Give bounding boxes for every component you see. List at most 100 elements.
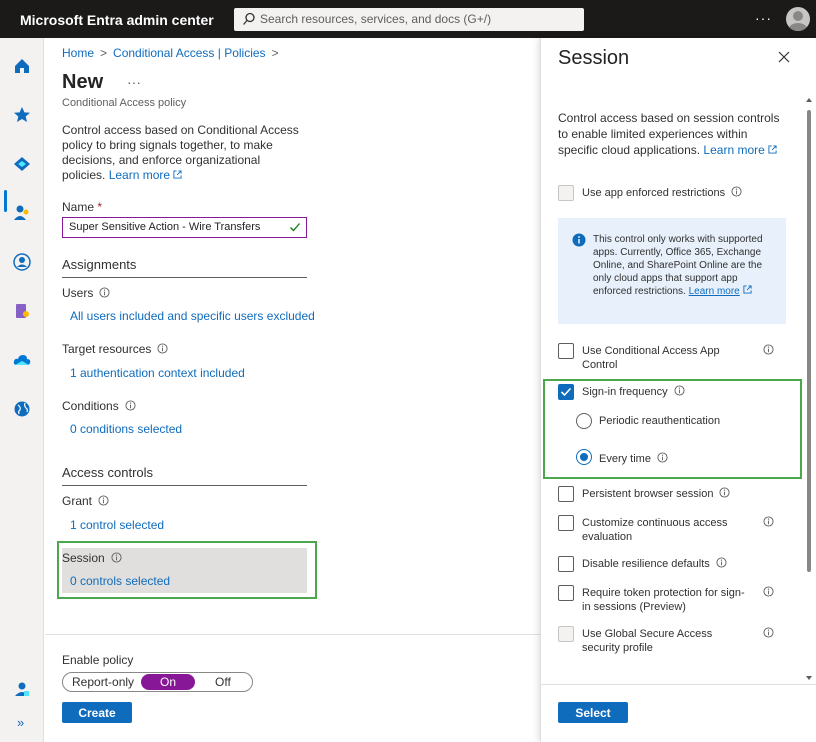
info-icon[interactable] bbox=[763, 627, 774, 638]
page-more-icon[interactable]: ··· bbox=[127, 74, 141, 90]
toggle-report-only[interactable]: Report-only bbox=[72, 675, 134, 689]
identity-icon[interactable] bbox=[12, 153, 32, 173]
info-filled-icon bbox=[572, 233, 586, 247]
persistent-browser-label: Persistent browser session bbox=[582, 487, 752, 501]
portal-brand[interactable]: Microsoft Entra admin center bbox=[20, 12, 214, 28]
info-icon[interactable] bbox=[125, 400, 136, 411]
grant-link[interactable]: 1 control selected bbox=[70, 518, 164, 532]
create-button[interactable]: Create bbox=[62, 702, 132, 723]
session-label: Session bbox=[62, 551, 122, 565]
app-enforced-info-box: This control only works with supported a… bbox=[558, 218, 786, 324]
expand-icon[interactable]: » bbox=[17, 715, 24, 730]
target-resources-label: Target resources bbox=[62, 342, 168, 356]
breadcrumb-policies[interactable]: Conditional Access | Policies bbox=[113, 46, 266, 60]
info-box-text: This control only works with supported a… bbox=[593, 234, 763, 297]
home-icon[interactable] bbox=[12, 56, 32, 76]
info-icon[interactable] bbox=[157, 343, 168, 354]
assignments-heading: Assignments bbox=[62, 257, 137, 272]
enable-policy-label: Enable policy bbox=[62, 653, 134, 667]
close-icon[interactable] bbox=[778, 51, 790, 63]
conditions-link[interactable]: 0 conditions selected bbox=[70, 422, 182, 436]
cae-label: Customize continuous access evaluation bbox=[582, 517, 728, 543]
info-icon[interactable] bbox=[731, 186, 742, 197]
target-resources-link[interactable]: 1 authentication context included bbox=[70, 366, 245, 380]
checkmark-icon bbox=[290, 223, 300, 232]
footer-divider bbox=[45, 634, 540, 635]
users-selection-link[interactable]: All users included and specific users ex… bbox=[70, 309, 315, 323]
toggle-on[interactable]: On bbox=[141, 674, 195, 690]
signin-frequency-checkbox[interactable] bbox=[558, 384, 574, 400]
token-protection-checkbox[interactable] bbox=[558, 585, 574, 601]
access-controls-heading: Access controls bbox=[62, 465, 154, 480]
info-icon[interactable] bbox=[98, 495, 109, 506]
info-icon[interactable] bbox=[99, 287, 110, 298]
top-bar: Microsoft Entra admin center Search reso… bbox=[0, 0, 816, 38]
every-time-radio[interactable] bbox=[576, 449, 592, 465]
scrollbar-thumb[interactable] bbox=[807, 110, 811, 572]
info-icon[interactable] bbox=[763, 516, 774, 527]
grant-label: Grant bbox=[62, 494, 109, 508]
session-description: Control access based on session controls… bbox=[558, 111, 780, 157]
signin-frequency-label: Sign-in frequency bbox=[582, 385, 752, 399]
info-icon[interactable] bbox=[763, 586, 774, 597]
groups-icon[interactable] bbox=[12, 252, 32, 272]
gsa-checkbox[interactable] bbox=[558, 626, 574, 642]
policy-name-value: Super Sensitive Action - Wire Transfers bbox=[69, 221, 261, 233]
info-icon[interactable] bbox=[657, 452, 668, 463]
panel-footer-divider bbox=[541, 684, 816, 685]
session-highlight bbox=[57, 541, 317, 599]
page-description: Control access based on Conditional Acce… bbox=[62, 123, 302, 183]
session-panel-title: Session bbox=[558, 47, 630, 69]
left-navigation: » bbox=[0, 38, 44, 742]
session-learn-more-link[interactable]: Learn more bbox=[703, 143, 764, 157]
main-content: Home > Conditional Access | Policies > New … bbox=[45, 38, 540, 742]
cloud-icon[interactable] bbox=[12, 350, 32, 370]
breadcrumb-home[interactable]: Home bbox=[62, 46, 94, 60]
favorites-icon[interactable] bbox=[12, 105, 32, 125]
conditions-label: Conditions bbox=[62, 399, 136, 413]
policy-name-input[interactable]: Super Sensitive Action - Wire Transfers bbox=[62, 217, 307, 238]
gsa-label: Use Global Secure Access security profil… bbox=[582, 628, 713, 654]
session-link[interactable]: 0 controls selected bbox=[70, 574, 170, 588]
info-icon[interactable] bbox=[719, 487, 730, 498]
page-subtitle: Conditional Access policy bbox=[62, 97, 187, 109]
ca-app-control-label: Use Conditional Access App Control bbox=[582, 345, 720, 371]
assignments-divider bbox=[62, 277, 307, 278]
session-panel: Session Control access based on session … bbox=[540, 38, 816, 742]
external-link-icon bbox=[743, 285, 752, 294]
global-icon[interactable] bbox=[12, 399, 32, 419]
enable-policy-toggle: Report-only On Off bbox=[62, 672, 253, 692]
periodic-reauth-radio[interactable] bbox=[576, 413, 592, 429]
page-title: New bbox=[62, 71, 104, 93]
every-time-label: Every time bbox=[599, 452, 668, 465]
settings-more-icon[interactable]: ··· bbox=[755, 10, 772, 26]
roles-icon[interactable] bbox=[12, 301, 32, 321]
cae-checkbox[interactable] bbox=[558, 515, 574, 531]
users-label: Users bbox=[62, 286, 110, 300]
external-link-icon bbox=[768, 145, 777, 154]
users-icon[interactable] bbox=[12, 203, 32, 223]
resilience-defaults-checkbox[interactable] bbox=[558, 556, 574, 572]
search-icon bbox=[243, 12, 255, 25]
info-icon[interactable] bbox=[763, 344, 774, 355]
person-icon bbox=[789, 11, 807, 31]
breadcrumb: Home > Conditional Access | Policies > bbox=[62, 46, 279, 60]
app-enforced-checkbox[interactable] bbox=[558, 185, 574, 201]
global-search-input[interactable]: Search resources, services, and docs (G+… bbox=[234, 8, 584, 31]
info-learn-more-link[interactable]: Learn more bbox=[689, 286, 740, 297]
ca-app-control-checkbox[interactable] bbox=[558, 343, 574, 359]
info-icon[interactable] bbox=[674, 385, 685, 396]
external-link-icon bbox=[173, 170, 182, 179]
access-controls-divider bbox=[62, 485, 307, 486]
search-placeholder: Search resources, services, and docs (G+… bbox=[260, 12, 492, 26]
user-avatar[interactable] bbox=[786, 7, 810, 31]
info-icon[interactable] bbox=[111, 552, 122, 563]
checkmark-icon bbox=[560, 387, 572, 397]
toggle-off[interactable]: Off bbox=[215, 675, 231, 689]
persistent-browser-checkbox[interactable] bbox=[558, 486, 574, 502]
learn-icon[interactable] bbox=[12, 679, 32, 699]
token-protection-label: Require token protection for sign-in ses… bbox=[582, 587, 745, 613]
info-icon[interactable] bbox=[716, 557, 727, 568]
select-button[interactable]: Select bbox=[558, 702, 628, 723]
learn-more-link[interactable]: Learn more bbox=[109, 168, 170, 182]
